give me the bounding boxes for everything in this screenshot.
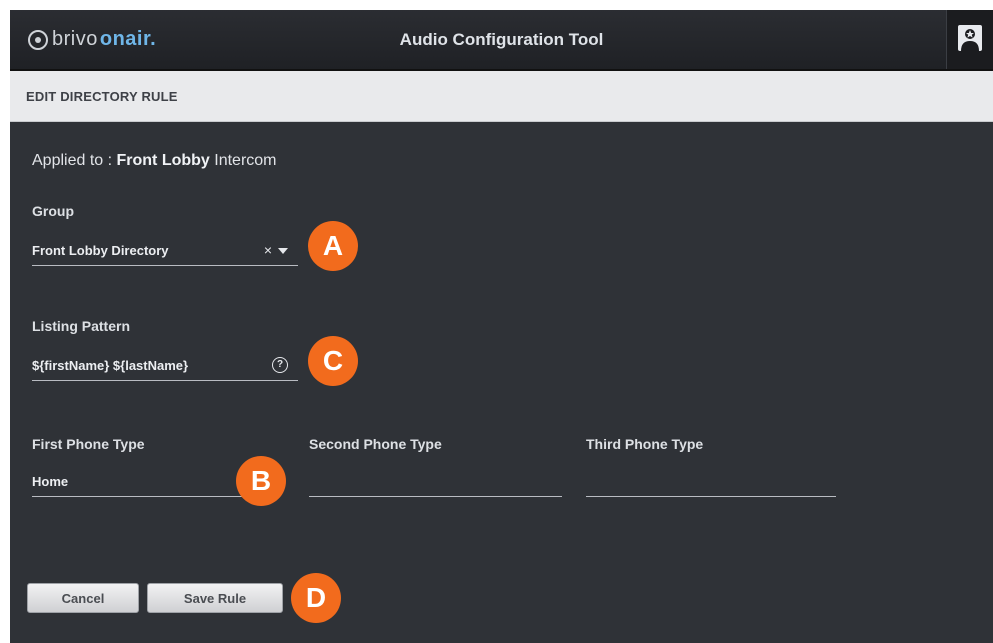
applied-prefix: Applied to : xyxy=(32,152,117,169)
user-menu-button[interactable] xyxy=(946,10,993,69)
callout-c: C xyxy=(308,336,358,386)
top-bar: brivo onair. Audio Configuration Tool xyxy=(10,10,993,71)
listing-pattern-input[interactable]: ${firstName} ${lastName} ? xyxy=(32,350,298,381)
app-title: Audio Configuration Tool xyxy=(399,30,604,49)
clear-icon[interactable]: × xyxy=(264,242,272,258)
first-phone-type-value: Home xyxy=(32,474,69,489)
listing-pattern-value: ${firstName} ${lastName} xyxy=(32,358,189,373)
page-title: EDIT DIRECTORY RULE xyxy=(26,89,178,104)
subheader: EDIT DIRECTORY RULE xyxy=(10,71,993,122)
callout-b: B xyxy=(236,456,286,506)
group-select[interactable]: Front Lobby Directory × xyxy=(32,235,298,266)
group-select-value: Front Lobby Directory xyxy=(32,243,169,258)
app-window: brivo onair. Audio Configuration Tool ED… xyxy=(10,10,993,643)
first-phone-type-label: First Phone Type xyxy=(32,436,145,452)
third-phone-type-select[interactable] xyxy=(586,466,836,497)
listing-pattern-label: Listing Pattern xyxy=(32,318,131,334)
applied-target-bold: Front Lobby xyxy=(116,152,210,169)
group-label: Group xyxy=(32,203,74,219)
user-badge-icon xyxy=(958,25,982,51)
save-rule-button[interactable]: Save Rule xyxy=(147,583,283,613)
second-phone-type-label: Second Phone Type xyxy=(309,436,442,452)
callout-d: D xyxy=(291,573,341,623)
second-phone-type-select[interactable] xyxy=(309,466,562,497)
callout-a: A xyxy=(308,221,358,271)
cancel-button[interactable]: Cancel xyxy=(27,583,139,613)
applied-to-text: Applied to : Front Lobby Intercom xyxy=(32,152,277,170)
chevron-down-icon[interactable] xyxy=(278,248,288,254)
third-phone-type-label: Third Phone Type xyxy=(586,436,704,452)
first-phone-type-select[interactable]: Home xyxy=(32,466,262,497)
applied-target-rest: Intercom xyxy=(209,152,277,169)
help-icon[interactable]: ? xyxy=(272,357,288,373)
